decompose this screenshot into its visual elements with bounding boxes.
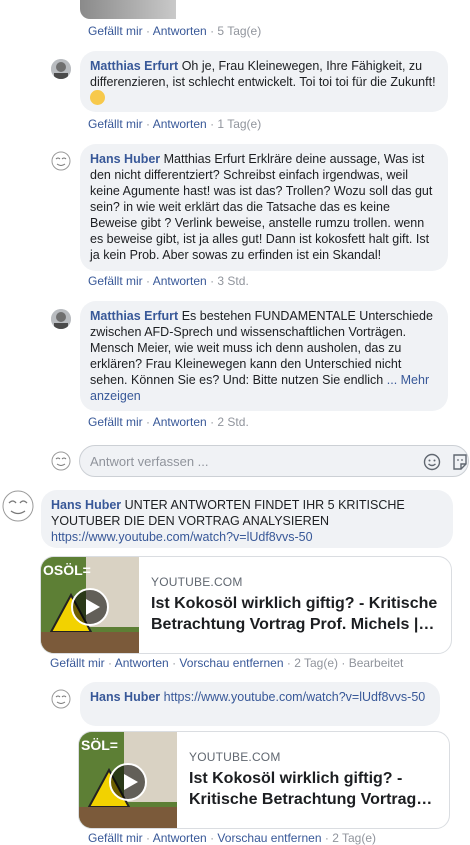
- timestamp[interactable]: 2 Std.: [217, 415, 248, 429]
- comment-bubble: Matthias Erfurt Oh je, Frau Kleinewegen,…: [80, 51, 448, 112]
- comment-actions: Gefällt mir · Antworten · 3 Std.: [88, 274, 249, 288]
- comment-author[interactable]: Hans Huber: [90, 152, 160, 166]
- avatar[interactable]: [51, 689, 71, 709]
- comment-author[interactable]: Hans Huber: [51, 498, 121, 512]
- video-thumbnail[interactable]: OSÖL=: [41, 557, 139, 653]
- link-preview-card[interactable]: SÖL= YOUTUBE.COM Ist Kokosöl wirklich gi…: [78, 731, 450, 829]
- reply-input[interactable]: Antwort verfassen ...: [79, 445, 469, 477]
- reply-link[interactable]: Antworten: [153, 24, 207, 38]
- youtube-link[interactable]: https://www.youtube.com/watch?v=lUdf8vvs…: [164, 690, 426, 704]
- smiley-emoji-icon: [90, 90, 105, 105]
- link-preview-card[interactable]: OSÖL= YOUTUBE.COM Ist Kokosöl wirklich g…: [40, 556, 452, 654]
- timestamp[interactable]: 3 Std.: [217, 274, 248, 288]
- card-domain: YOUTUBE.COM: [151, 575, 243, 589]
- avatar[interactable]: [51, 309, 71, 329]
- comment-bubble: Matthias Erfurt Es bestehen FUNDAMENTALE…: [80, 301, 448, 411]
- reply-link[interactable]: Antworten: [153, 415, 207, 429]
- like-link[interactable]: Gefällt mir: [88, 117, 143, 131]
- reply-link[interactable]: Antworten: [153, 117, 207, 131]
- emoji-icon[interactable]: [423, 453, 441, 474]
- comment-actions: Gefällt mir · Antworten · 1 Tag(e): [88, 117, 262, 131]
- youtube-link[interactable]: https://www.youtube.com/watch?v=lUdf8vvs…: [51, 530, 313, 544]
- card-title[interactable]: Ist Kokosöl wirklich giftig? - Kritische…: [151, 593, 443, 635]
- comment-author[interactable]: Matthias Erfurt: [90, 309, 178, 323]
- avatar[interactable]: [51, 151, 71, 171]
- sticker-icon[interactable]: [451, 453, 469, 474]
- thumbnail-text: OSÖL=: [43, 562, 91, 578]
- comment-bubble: Hans Huber https://www.youtube.com/watch…: [80, 682, 440, 726]
- comment-bubble: Hans Huber UNTER ANTWORTEN FINDET IHR 5 …: [41, 490, 453, 548]
- avatar: [51, 451, 71, 471]
- reply-link[interactable]: Antworten: [153, 274, 207, 288]
- comment-bubble: Hans Huber Matthias Erfurt Erklräre dein…: [80, 144, 448, 271]
- avatar[interactable]: [51, 59, 71, 79]
- comment-actions: Gefällt mir · Antworten · Vorschau entfe…: [50, 656, 404, 670]
- card-domain: YOUTUBE.COM: [189, 750, 281, 764]
- reply-link[interactable]: Antworten: [115, 656, 169, 670]
- reply-placeholder: Antwort verfassen ...: [90, 454, 209, 469]
- timestamp[interactable]: 5 Tag(e): [217, 24, 261, 38]
- comment-author[interactable]: Hans Huber: [90, 690, 160, 704]
- play-icon[interactable]: [109, 763, 147, 801]
- top-comment-actions: Gefällt mir · Antworten · 5 Tag(e): [88, 24, 262, 38]
- like-link[interactable]: Gefällt mir: [50, 656, 105, 670]
- comment-text: Matthias Erfurt Erklräre deine aussage, …: [90, 152, 433, 262]
- thumbnail-text: SÖL=: [81, 737, 118, 753]
- comment-author[interactable]: Matthias Erfurt: [90, 59, 178, 73]
- previous-card-thumbnail[interactable]: [80, 0, 176, 19]
- card-title[interactable]: Ist Kokosöl wirklich giftig? - Kritische…: [189, 768, 441, 810]
- avatar[interactable]: [2, 490, 34, 522]
- timestamp[interactable]: 1 Tag(e): [217, 117, 261, 131]
- like-link[interactable]: Gefällt mir: [88, 24, 143, 38]
- comment-actions: Gefällt mir · Antworten · 2 Std.: [88, 415, 249, 429]
- like-link[interactable]: Gefällt mir: [88, 274, 143, 288]
- edited-label[interactable]: Bearbeitet: [349, 656, 404, 670]
- timestamp[interactable]: 2 Tag(e): [294, 656, 338, 670]
- play-icon[interactable]: [71, 588, 109, 626]
- remove-preview-link[interactable]: Vorschau entfernen: [179, 656, 283, 670]
- video-thumbnail[interactable]: SÖL=: [79, 732, 177, 828]
- like-link[interactable]: Gefällt mir: [88, 415, 143, 429]
